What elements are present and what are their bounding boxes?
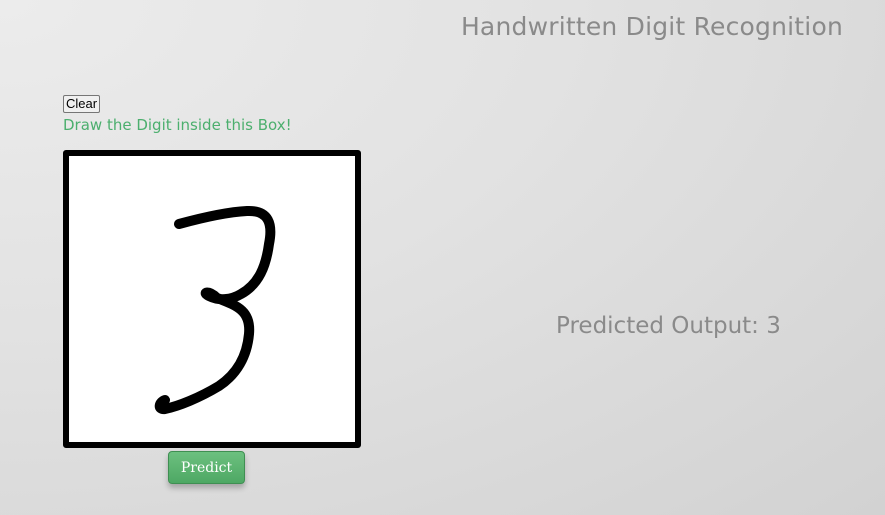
page-title: Handwritten Digit Recognition [460, 12, 843, 41]
draw-instruction: Draw the Digit inside this Box! [63, 116, 292, 134]
predict-button[interactable]: Predict [168, 451, 245, 484]
predicted-output: Predicted Output: 3 [556, 313, 781, 339]
digit-stroke [154, 206, 276, 415]
drawing-canvas[interactable] [63, 150, 361, 448]
clear-button[interactable]: Clear [63, 95, 101, 113]
drawn-digit-strokes [154, 206, 276, 415]
